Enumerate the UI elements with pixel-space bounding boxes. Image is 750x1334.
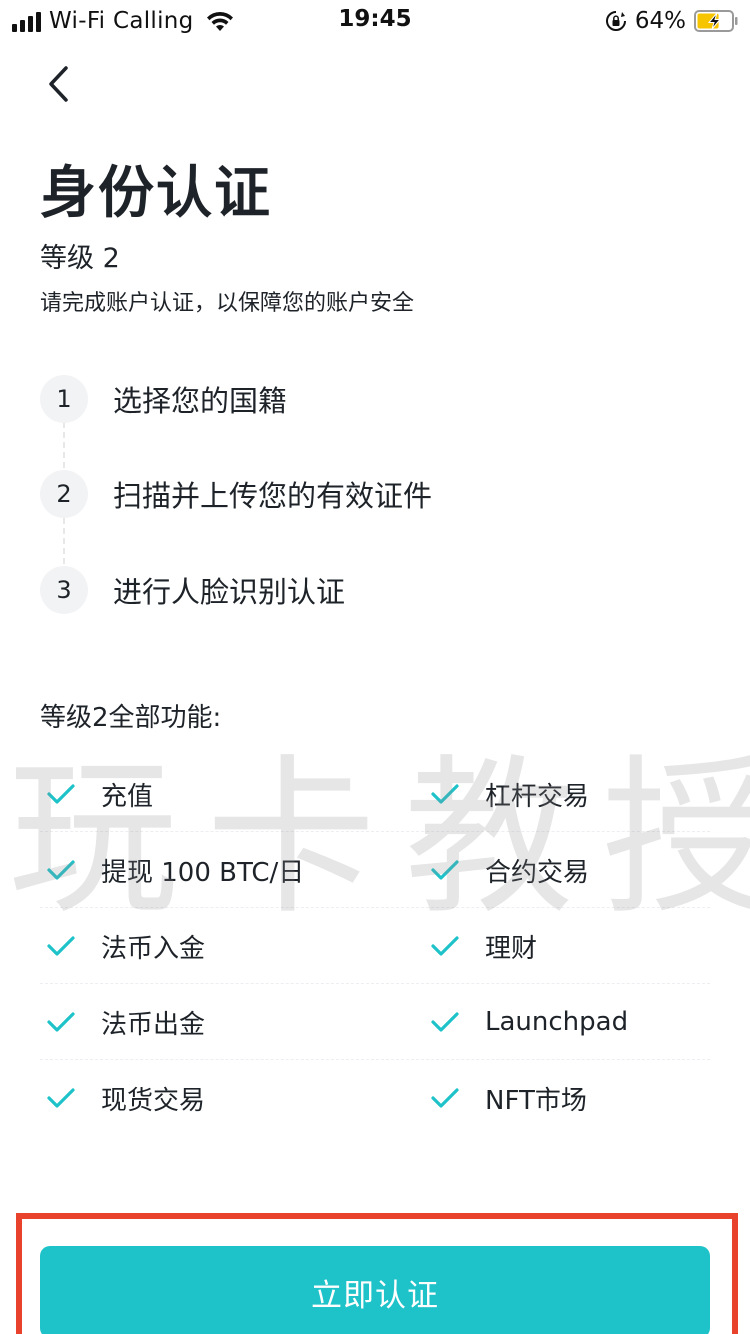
step-connector xyxy=(63,518,65,564)
step-connector xyxy=(63,422,65,468)
feature-item: NFT市场 xyxy=(430,1060,587,1136)
check-icon xyxy=(47,936,75,956)
step-label: 进行人脸识别认证 xyxy=(113,575,346,609)
feature-label: Launchpad xyxy=(485,1007,629,1037)
feature-label: 法币出金 xyxy=(101,1009,206,1040)
battery-percent: 64% xyxy=(634,8,686,34)
feature-item: 法币入金 xyxy=(46,908,205,984)
status-right: 64% xyxy=(605,6,738,36)
feature-label: 提现 100 BTC/日 xyxy=(101,857,305,888)
level-label: 等级 2 xyxy=(40,243,120,274)
step-number: 2 xyxy=(40,470,88,518)
feature-row: 充值 杠杆交易 xyxy=(40,756,710,832)
feature-item: 现货交易 xyxy=(46,1060,205,1136)
check-icon xyxy=(431,1012,459,1032)
feature-label: 法币入金 xyxy=(101,933,206,964)
feature-label: 现货交易 xyxy=(101,1085,206,1116)
feature-item: 杠杆交易 xyxy=(430,756,589,832)
check-icon xyxy=(47,1088,75,1108)
check-icon xyxy=(431,936,459,956)
check-icon xyxy=(47,860,75,880)
feature-item: 合约交易 xyxy=(430,832,589,908)
feature-row: 现货交易 NFT市场 xyxy=(40,1060,710,1136)
back-button[interactable] xyxy=(36,60,80,108)
orientation-lock-icon xyxy=(605,11,626,31)
feature-item: Launchpad xyxy=(430,984,628,1060)
battery-charging-icon xyxy=(694,10,738,32)
status-bar: Wi-Fi Calling 19:45 64% xyxy=(0,0,750,44)
check-icon xyxy=(431,1088,459,1108)
check-icon xyxy=(431,860,459,880)
feature-row: 提现 100 BTC/日 合约交易 xyxy=(40,832,710,908)
check-icon xyxy=(47,784,75,804)
step-item: 3 进行人脸识别认证 xyxy=(40,565,345,615)
feature-item: 理财 xyxy=(430,908,537,984)
feature-label: 充值 xyxy=(101,781,154,812)
step-item: 1 选择您的国籍 xyxy=(40,374,287,424)
step-item: 2 扫描并上传您的有效证件 xyxy=(40,469,432,519)
feature-item: 提现 100 BTC/日 xyxy=(46,832,304,908)
feature-item: 法币出金 xyxy=(46,984,205,1060)
page-subtitle: 请完成账户认证，以保障您的账户安全 xyxy=(40,291,415,316)
step-label: 扫描并上传您的有效证件 xyxy=(113,479,433,513)
feature-label: 理财 xyxy=(485,933,538,964)
feature-label: NFT市场 xyxy=(485,1085,587,1116)
check-icon xyxy=(47,1012,75,1032)
feature-row: 法币出金 Launchpad xyxy=(40,984,710,1060)
feature-item: 充值 xyxy=(46,756,153,832)
features-title: 等级2全部功能: xyxy=(40,703,222,733)
step-number: 1 xyxy=(40,375,88,423)
verify-now-button[interactable]: 立即认证 xyxy=(40,1246,710,1334)
step-label: 选择您的国籍 xyxy=(113,384,288,418)
feature-row: 法币入金 理财 xyxy=(40,908,710,984)
page-title: 身份认证 xyxy=(40,161,272,226)
step-number: 3 xyxy=(40,566,88,614)
chevron-left-icon xyxy=(49,66,68,102)
feature-label: 杠杆交易 xyxy=(485,781,590,812)
feature-label: 合约交易 xyxy=(485,857,590,888)
check-icon xyxy=(431,784,459,804)
